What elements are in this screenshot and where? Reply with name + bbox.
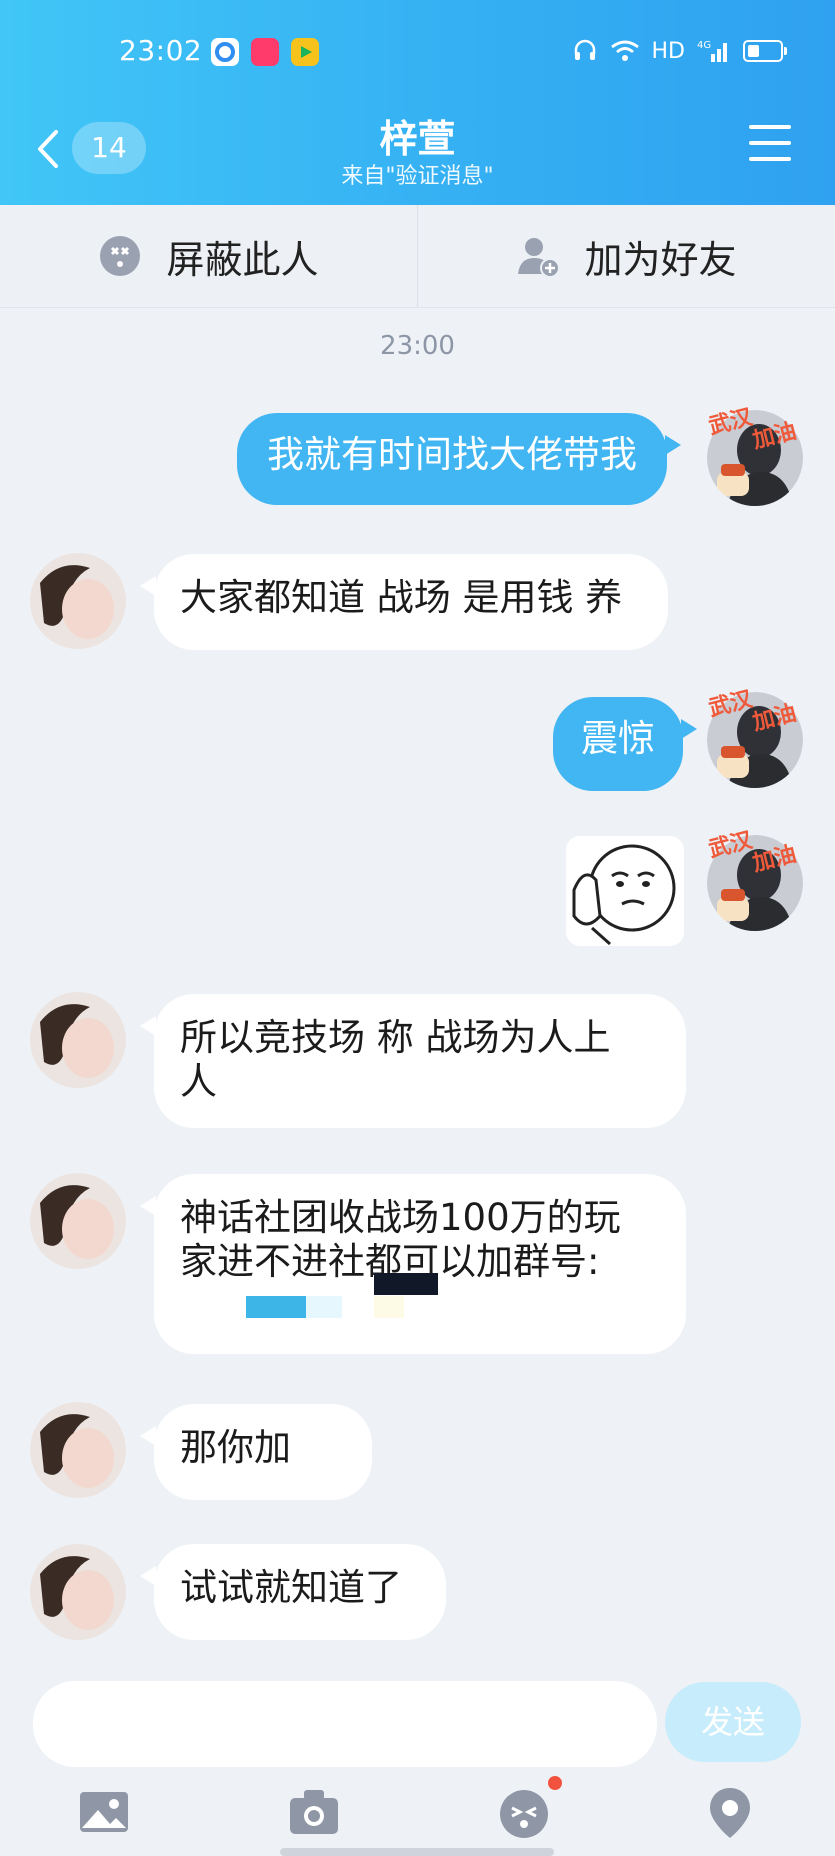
wifi-icon: [610, 40, 639, 61]
menu-icon[interactable]: [749, 125, 791, 163]
block-user-button[interactable]: 屏蔽此人: [0, 205, 418, 307]
send-button[interactable]: 发送: [665, 1682, 801, 1762]
redacted-group-number: [374, 1296, 404, 1318]
message-input[interactable]: [33, 1681, 657, 1767]
message-text: 人: [180, 1060, 217, 1103]
meme-sticker-icon: [572, 844, 676, 946]
block-icon: [100, 236, 141, 276]
message-bubble-outgoing[interactable]: 我就有时间找大佬带我: [237, 413, 681, 505]
message-timestamp: 23:00: [380, 331, 455, 361]
status-right: HD 4G: [572, 34, 787, 68]
chat-subtitle: 来自"验证消息": [341, 164, 494, 189]
message-text: 大家都知道 战场 是用钱 养: [180, 576, 623, 619]
location-icon[interactable]: [702, 1784, 758, 1840]
redacted-group-number: [306, 1296, 342, 1318]
contact-avatar[interactable]: [30, 1173, 126, 1269]
home-indicator[interactable]: [280, 1848, 554, 1856]
header: 23:02 HD 4G 14 梓萱 来自"验证消息": [0, 0, 835, 205]
contact-avatar[interactable]: [30, 1544, 126, 1640]
redacted-group-number: [374, 1273, 438, 1295]
contact-avatar[interactable]: [30, 992, 126, 1088]
svg-text:4G: 4G: [697, 40, 711, 51]
message-text: 所以竞技场 称 战场为人上: [180, 1016, 611, 1059]
headset-icon: [574, 39, 595, 60]
message-bubble-incoming[interactable]: 试试就知道了: [140, 1544, 446, 1640]
redacted-group-number: [246, 1296, 310, 1318]
add-friend-button[interactable]: 加为好友: [418, 205, 835, 307]
status-time: 23:02: [119, 34, 203, 67]
contact-avatar[interactable]: [30, 553, 126, 649]
sticker-message[interactable]: [566, 836, 684, 946]
app-icon: [291, 38, 319, 66]
message-text: 那你加: [180, 1426, 291, 1469]
message-text: 神话社团收战场100万的玩: [180, 1196, 621, 1239]
chat-title: 梓萱: [379, 117, 456, 161]
message-text: 我就有时间找大佬带我: [267, 433, 637, 476]
battery-icon: [743, 40, 787, 62]
app-icon: [211, 38, 239, 66]
block-user-label: 屏蔽此人: [166, 237, 319, 282]
message-bubble-incoming[interactable]: 大家都知道 战场 是用钱 养: [140, 554, 668, 650]
message-bubble-outgoing[interactable]: 震惊: [553, 697, 697, 791]
network-label: HD: [651, 38, 685, 64]
action-bar: 屏蔽此人 加为好友: [0, 205, 835, 308]
message-bubble-incoming[interactable]: 那你加: [140, 1404, 372, 1500]
add-friend-icon: [518, 238, 561, 278]
message-text: 震惊: [581, 717, 655, 760]
signal-icon: 4G: [697, 40, 727, 62]
notification-dot: [548, 1776, 562, 1790]
message-bubble-incoming[interactable]: 神话社团收战场100万的玩 家进不进社都可以加群号:: [140, 1174, 686, 1354]
app-icon: [251, 38, 279, 66]
message-bubble-incoming[interactable]: 所以竞技场 称 战场为人上 人: [140, 994, 686, 1128]
image-icon[interactable]: [76, 1784, 132, 1840]
add-friend-label: 加为好友: [584, 237, 737, 282]
emoji-icon[interactable]: [496, 1784, 552, 1840]
contact-avatar[interactable]: [30, 1402, 126, 1498]
message-text: 试试就知道了: [180, 1566, 402, 1609]
camera-icon[interactable]: [286, 1784, 342, 1840]
